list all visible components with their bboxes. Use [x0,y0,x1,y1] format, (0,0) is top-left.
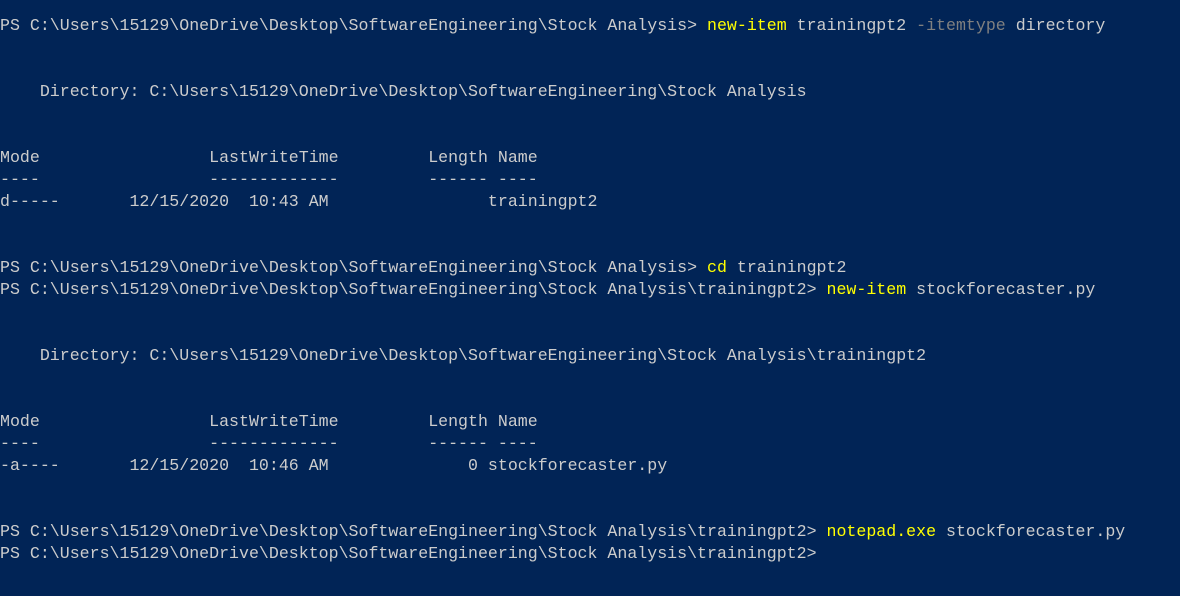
terminal-text: -a---- 12/15/2020 10:46 AM 0 stockforeca… [0,456,668,475]
terminal-line: Mode LastWriteTime Length Name [0,147,1180,169]
terminal-text: Mode LastWriteTime Length Name [0,412,538,431]
terminal-text: Directory: C:\Users\15129\OneDrive\Deskt… [0,346,927,365]
parameter-token: -itemtype [916,16,1006,35]
terminal-text: trainingpt2 [786,16,917,35]
terminal-line: PS C:\Users\15129\OneDrive\Desktop\Softw… [0,543,1180,565]
terminal-text: trainingpt2 [726,258,847,277]
powershell-terminal-output[interactable]: PS C:\Users\15129\OneDrive\Desktop\Softw… [0,15,1180,565]
command-token: new-item [707,16,787,35]
terminal-text: stockforecaster.py [936,522,1126,541]
terminal-text: ---- ------------- ------ ---- [0,434,538,453]
terminal-text: d----- 12/15/2020 10:43 AM trainingpt2 [0,192,598,211]
terminal-line: Directory: C:\Users\15129\OneDrive\Deskt… [0,345,1180,367]
terminal-line: PS C:\Users\15129\OneDrive\Desktop\Softw… [0,521,1180,543]
terminal-text: Mode LastWriteTime Length Name [0,148,538,167]
terminal-line: Directory: C:\Users\15129\OneDrive\Deskt… [0,81,1180,103]
terminal-line: PS C:\Users\15129\OneDrive\Desktop\Softw… [0,15,1180,37]
command-token: cd [707,258,727,277]
terminal-line: ---- ------------- ------ ---- [0,169,1180,191]
terminal-text: ---- ------------- ------ ---- [0,170,538,189]
terminal-text: PS C:\Users\15129\OneDrive\Desktop\Softw… [0,544,817,563]
terminal-text: PS C:\Users\15129\OneDrive\Desktop\Softw… [0,258,708,277]
terminal-line: Mode LastWriteTime Length Name [0,411,1180,433]
terminal-text: PS C:\Users\15129\OneDrive\Desktop\Softw… [0,280,827,299]
terminal-text: PS C:\Users\15129\OneDrive\Desktop\Softw… [0,16,708,35]
terminal-line: ---- ------------- ------ ---- [0,433,1180,455]
command-token: new-item [826,280,907,299]
command-token: notepad.exe [826,522,937,541]
terminal-text: Directory: C:\Users\15129\OneDrive\Deskt… [0,82,807,101]
terminal-line: PS C:\Users\15129\OneDrive\Desktop\Softw… [0,279,1180,301]
terminal-text: stockforecaster.py [906,280,1096,299]
terminal-text: directory [1005,16,1106,35]
terminal-text: PS C:\Users\15129\OneDrive\Desktop\Softw… [0,522,827,541]
terminal-line: d----- 12/15/2020 10:43 AM trainingpt2 [0,191,1180,213]
terminal-line: PS C:\Users\15129\OneDrive\Desktop\Softw… [0,257,1180,279]
terminal-line: -a---- 12/15/2020 10:46 AM 0 stockforeca… [0,455,1180,477]
